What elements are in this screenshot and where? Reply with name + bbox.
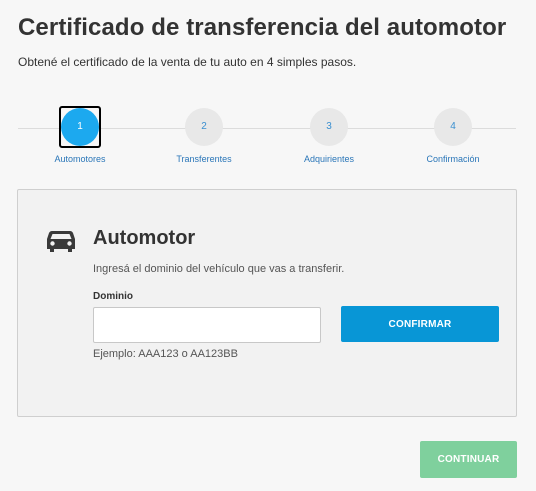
domain-input[interactable] (93, 307, 321, 343)
step-transferentes[interactable]: 2 Transferentes (159, 108, 249, 164)
step-label: Transferentes (176, 154, 232, 164)
focus-ring (59, 106, 101, 148)
step-circle[interactable]: 3 (310, 108, 348, 146)
card-title: Automotor (93, 227, 196, 249)
confirm-button[interactable]: CONFIRMAR (341, 306, 499, 342)
step-automotores[interactable]: 1 Automotores (35, 106, 125, 164)
step-circle[interactable]: 2 (185, 108, 223, 146)
page-subtitle: Obtené el certificado de la venta de tu … (18, 55, 357, 69)
step-number: 3 (326, 121, 332, 132)
stepper: 1 Automotores 2 Transferentes 3 Adquirie… (18, 106, 516, 168)
step-label: Confirmación (426, 154, 480, 164)
car-icon (47, 231, 75, 252)
domain-label: Dominio (93, 291, 133, 302)
step-label: Automotores (54, 154, 106, 164)
card-description: Ingresá el dominio del vehículo que vas … (93, 263, 345, 275)
step-label: Adquirientes (303, 154, 355, 164)
automotor-card: Automotor Ingresá el dominio del vehícul… (17, 189, 517, 417)
step-circle[interactable]: 1 (59, 106, 101, 148)
step-circle[interactable]: 4 (434, 108, 472, 146)
step-confirmacion[interactable]: 4 Confirmación (408, 108, 498, 164)
step-number: 4 (450, 121, 456, 132)
step-adquirientes[interactable]: 3 Adquirientes (284, 108, 374, 164)
continue-button[interactable]: CONTINUAR (420, 441, 517, 478)
step-number: 2 (201, 121, 207, 132)
page-title: Certificado de transferencia del automot… (18, 14, 507, 41)
domain-hint: Ejemplo: AAA123 o AA123BB (93, 348, 238, 360)
